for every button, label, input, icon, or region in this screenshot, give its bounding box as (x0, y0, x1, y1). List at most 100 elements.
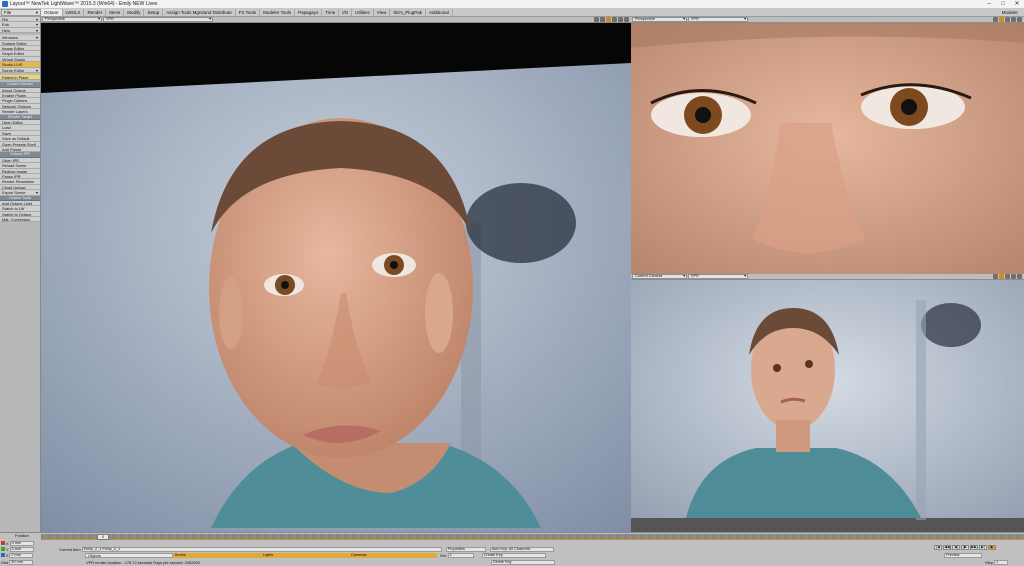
preview-dropdown[interactable]: Preview (944, 552, 982, 558)
render-mode-label: VPR (691, 274, 699, 278)
window-title: Layout™ NewTek LightWave™ 2015.3 (Win64)… (10, 1, 158, 7)
view-type-dropdown[interactable]: Perspective ▾ (632, 17, 687, 22)
tab-view[interactable]: View (373, 9, 391, 16)
sidebar-item-mat-conversion[interactable]: Mat. Conversion (0, 217, 40, 223)
position-label: Position (15, 533, 29, 538)
tab-additional[interactable]: Additional (426, 9, 453, 16)
viewport-bottom-right[interactable]: Current Camera ▾ VPR ▾ (631, 274, 1024, 532)
transport-button-1[interactable]: ◀◀ (943, 545, 951, 550)
zoom-icon[interactable] (618, 17, 623, 22)
preview-row: Preview (944, 552, 982, 558)
zoom-icon[interactable] (1011, 17, 1016, 22)
transport-button-4[interactable]: ▶▶ (970, 545, 978, 550)
timeline-slider[interactable]: 0 (41, 534, 1024, 540)
item-type-row: Objects Bones Lights Cameras Sel: 1 Crea… (85, 552, 546, 558)
view-type-label: Perspective (45, 17, 65, 21)
lights-tab[interactable]: Lights (261, 552, 349, 558)
render-mode-label: VPR (691, 17, 699, 21)
view-type-dropdown[interactable]: Perspective ▾ (42, 17, 102, 22)
step-field[interactable]: 1 (994, 559, 1009, 565)
create-key-button[interactable]: Create Key (481, 552, 546, 558)
tab-i-o[interactable]: I/O (339, 9, 353, 16)
grid-label: Grid (1, 559, 9, 565)
move-icon[interactable] (999, 17, 1004, 22)
maximize-icon[interactable] (1017, 274, 1022, 279)
zoom-icon[interactable] (1011, 274, 1016, 279)
settings-icon[interactable] (594, 17, 599, 22)
status-row: VPR render duration : 176.72 seconds Ray… (85, 559, 555, 565)
rotate-icon[interactable] (1005, 17, 1010, 22)
move-icon[interactable] (999, 274, 1004, 279)
title-bar: Layout™ NewTek LightWave™ 2015.3 (Win64)… (0, 0, 1024, 9)
bones-tab[interactable]: Bones (173, 552, 261, 558)
tab-utilities[interactable]: Utilities (352, 9, 374, 16)
position-z-field[interactable]: 0 mm (9, 552, 34, 558)
position-z-row: Z 0 mm (0, 552, 34, 558)
rotate-icon[interactable] (612, 17, 617, 22)
sidebar-item-export-scene[interactable]: Export Scene (0, 190, 40, 196)
tab-ski-s-plugpak[interactable]: Ski's_PlugPak (390, 9, 427, 16)
current-frame-indicator[interactable]: 0 (97, 534, 109, 540)
render-mode-dropdown[interactable]: VPR ▾ (688, 274, 748, 279)
viewport-main[interactable]: Perspective ▾ VPR ▾ (41, 17, 631, 532)
objects-tab[interactable]: Objects (85, 552, 173, 558)
sidebar-item-scene-editor[interactable]: Scene Editor (0, 67, 40, 73)
grid-row: Grid 50 mm (0, 559, 34, 565)
chevron-down-icon: ▾ (744, 17, 746, 21)
view-type-label: Perspective (635, 17, 655, 21)
position-y-field[interactable]: 0 mm (9, 546, 34, 552)
viewport-top-right[interactable]: Perspective ▾ VPR ▾ (631, 17, 1024, 274)
close-button[interactable]: ✕ (1010, 0, 1024, 9)
render-mode-dropdown[interactable]: VPR ▾ (688, 17, 748, 22)
transport-button-0[interactable]: |◀ (934, 545, 942, 550)
viewport-tools (993, 17, 1024, 22)
delete-key-button[interactable]: Delete Key (491, 559, 555, 565)
render-view-closeup (631, 23, 1024, 274)
transport-controls: |◀ ◀◀ ◀| |▶ ▶▶ ▶| ▶ (934, 545, 996, 550)
transport-button-3[interactable]: |▶ (961, 545, 969, 550)
maximize-icon[interactable] (1017, 17, 1022, 22)
settings-icon[interactable] (993, 17, 998, 22)
camera-icon[interactable] (600, 17, 605, 22)
tab-items[interactable]: Items (106, 9, 125, 16)
tab-time[interactable]: Time (322, 9, 340, 16)
status-text: VPR render duration : 176.72 seconds Ray… (86, 559, 200, 565)
position-x-field[interactable]: 0 mm (9, 540, 34, 546)
tab-lwslx[interactable]: LWSLX (62, 9, 85, 16)
view-type-dropdown[interactable]: Current Camera ▾ (632, 274, 687, 279)
grid-size-field[interactable]: 50 mm (9, 559, 34, 565)
tab-modify[interactable]: Modify (124, 9, 145, 16)
tab-bar: File ▾ Octane LWSLX Render Items Modify Setup… (0, 9, 1024, 17)
maximize-button[interactable]: □ (996, 0, 1010, 9)
tab-assign-tools-mgrs-and-distribute[interactable]: Assign Tools Mgrs/and Distribute (163, 9, 236, 16)
move-icon[interactable] (606, 17, 611, 22)
rotate-icon[interactable] (1005, 274, 1010, 279)
current-item-dropdown[interactable]: Emily_2_1 Emily_2_1 (81, 546, 442, 552)
sidebar-item-parent-in-place[interactable]: Parent in Place (0, 74, 40, 81)
tab-modeler-tools[interactable]: Modeler Tools (260, 9, 296, 16)
minimize-button[interactable]: – (982, 0, 996, 9)
viewport-tools (993, 274, 1024, 279)
window-controls: – □ ✕ (982, 0, 1024, 9)
tab-octane[interactable]: Octane (41, 9, 63, 16)
tab-papagayo[interactable]: Papagayo (295, 9, 323, 16)
transport-button-2[interactable]: ◀| (952, 545, 960, 550)
sidebar-item-render-layers[interactable]: Render Layers (0, 109, 40, 115)
step-row: Step 1 (944, 559, 1009, 565)
render-mode-label: VPR (106, 17, 114, 21)
cameras-tab[interactable]: Cameras (349, 552, 437, 558)
tab-setup[interactable]: Setup (144, 9, 164, 16)
sidebar-item-help[interactable]: Help (0, 27, 40, 34)
tab-fx-tools[interactable]: FX Tools (235, 9, 261, 16)
file-menu-dropdown[interactable]: File ▾ (1, 9, 41, 16)
maximize-icon[interactable] (624, 17, 629, 22)
transport-button-5[interactable]: ▶| (979, 545, 987, 550)
sidebar-item-add-preset[interactable]: Add Preset (0, 146, 40, 153)
transport-button-6[interactable]: ▶ (988, 545, 996, 550)
render-mode-dropdown[interactable]: VPR ▾ (103, 17, 213, 22)
auto-key-dropdown[interactable]: Auto Key: All Channels (489, 546, 554, 552)
tab-render[interactable]: Render (84, 9, 107, 16)
settings-icon[interactable] (993, 274, 998, 279)
modeler-switch[interactable]: Modeler (1002, 9, 1024, 16)
properties-button[interactable]: Properties (445, 546, 486, 552)
